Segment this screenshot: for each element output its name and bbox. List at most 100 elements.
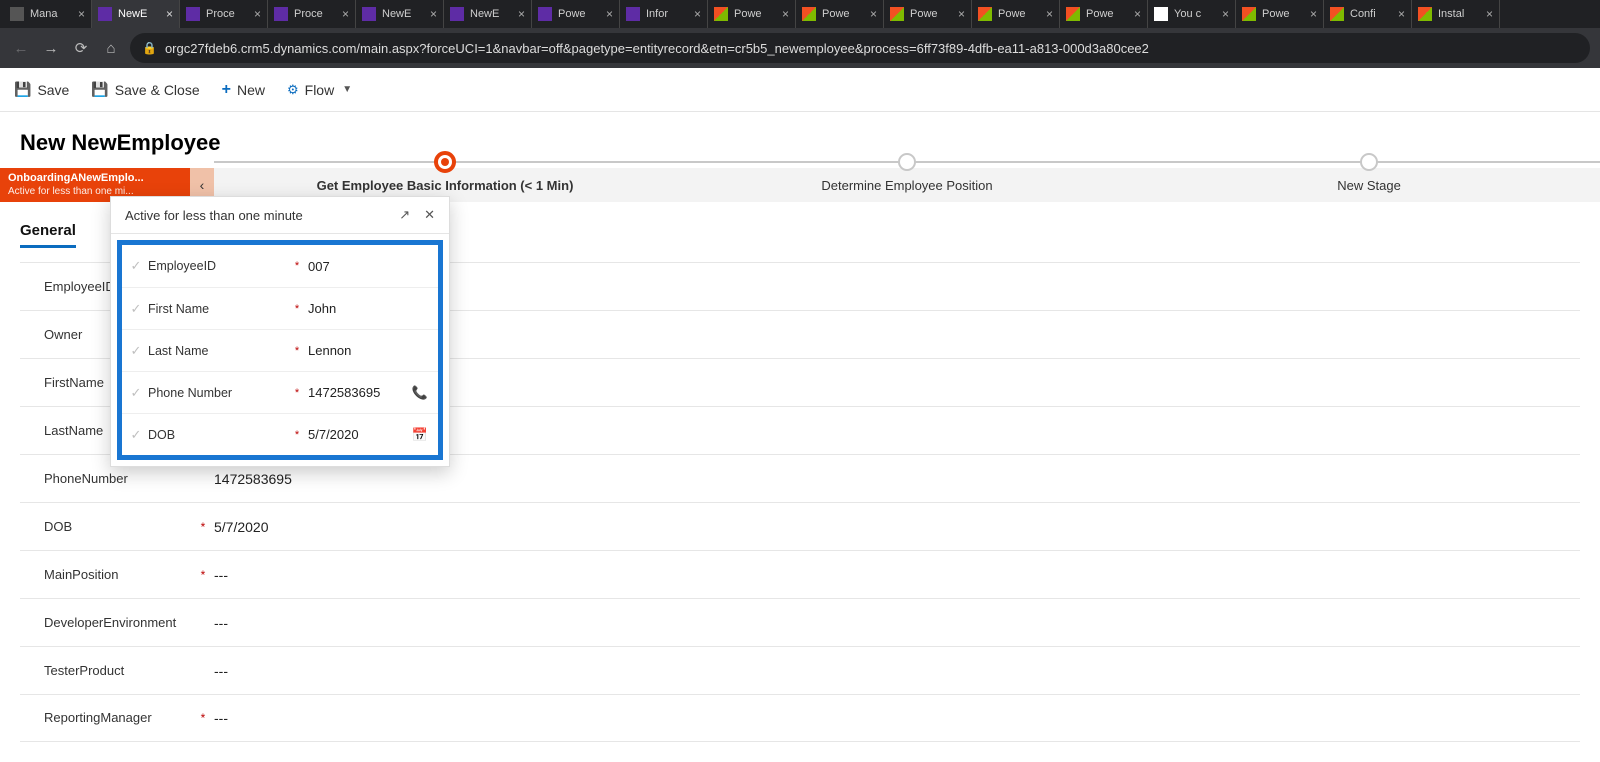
browser-tab[interactable]: Infor× — [620, 0, 708, 28]
close-tab-icon[interactable]: × — [430, 7, 437, 21]
browser-tab[interactable]: Powe× — [1060, 0, 1148, 28]
browser-navbar: ← → ⟳ ⌂ 🔒 orgc27fdeb6.crm5.dynamics.com/… — [0, 28, 1600, 68]
home-icon[interactable]: ⌂ — [100, 40, 122, 57]
check-icon: ✓ — [128, 427, 144, 443]
new-label: New — [237, 82, 265, 98]
close-tab-icon[interactable]: × — [1486, 7, 1493, 21]
close-tab-icon[interactable]: × — [606, 7, 613, 21]
required-icon: * — [192, 568, 214, 582]
flyout-header: Active for less than one minute ↗ ✕ — [111, 197, 449, 234]
field-value[interactable]: 1472583695 — [214, 471, 1580, 487]
forward-icon[interactable]: → — [40, 40, 62, 57]
browser-tab[interactable]: Powe× — [532, 0, 620, 28]
close-tab-icon[interactable]: × — [1222, 7, 1229, 21]
reload-icon[interactable]: ⟳ — [70, 39, 92, 57]
browser-tab[interactable]: Powe × — [708, 0, 796, 28]
flyout-field-value[interactable]: John — [304, 301, 432, 316]
close-icon[interactable]: ✕ — [424, 207, 435, 223]
field-value[interactable]: --- — [214, 710, 1580, 726]
browser-tab[interactable]: NewE× — [92, 0, 180, 28]
favicon — [274, 7, 288, 21]
flyout-field-value[interactable]: Lennon — [304, 343, 432, 358]
field-label: MainPosition — [20, 567, 192, 583]
field-label: DOB — [20, 519, 192, 535]
tab-general[interactable]: General — [20, 222, 76, 248]
browser-tab[interactable]: Powe× — [1236, 0, 1324, 28]
flyout-field-value[interactable]: 1472583695📞 — [304, 385, 432, 401]
close-tab-icon[interactable]: × — [78, 7, 85, 21]
save-button[interactable]: 💾 Save — [14, 81, 69, 98]
close-tab-icon[interactable]: × — [1046, 7, 1053, 21]
favicon: G — [1154, 7, 1168, 21]
field-value[interactable]: --- — [214, 663, 1580, 679]
check-icon: ✓ — [128, 385, 144, 401]
stage-label: Get Employee Basic Information (< 1 Min) — [317, 178, 574, 193]
phone-icon[interactable]: 📞 — [412, 385, 428, 401]
tab-title: Powe — [734, 8, 778, 20]
browser-tab[interactable]: Confi× — [1324, 0, 1412, 28]
close-tab-icon[interactable]: × — [166, 7, 173, 21]
flyout-field-value[interactable]: 5/7/2020📅 — [304, 427, 432, 443]
save-icon: 💾 — [14, 81, 31, 98]
browser-tab[interactable]: GYou c× — [1148, 0, 1236, 28]
browser-tab[interactable]: Instal× — [1412, 0, 1500, 28]
flyout-field-label: EmployeeID — [144, 259, 290, 273]
flyout-field: ✓Last Name*Lennon — [122, 329, 438, 371]
form-field: TesterProduct--- — [20, 646, 1580, 694]
check-icon: ✓ — [128, 343, 144, 359]
tab-title: Powe — [998, 8, 1042, 20]
flyout-field-label: Last Name — [144, 344, 290, 358]
browser-tab[interactable]: Proce× — [268, 0, 356, 28]
close-tab-icon[interactable]: × — [694, 7, 701, 21]
favicon — [1418, 7, 1432, 21]
browser-tab[interactable]: NewE× — [444, 0, 532, 28]
process-stage[interactable]: Determine Employee Position — [676, 168, 1138, 202]
browser-tab[interactable]: Powe× — [884, 0, 972, 28]
close-tab-icon[interactable]: × — [254, 7, 261, 21]
browser-tab[interactable]: Powe × — [972, 0, 1060, 28]
field-value[interactable]: 5/7/2020 — [214, 519, 1580, 535]
close-tab-icon[interactable]: × — [1310, 7, 1317, 21]
flow-label: Flow — [305, 82, 335, 98]
back-icon[interactable]: ← — [10, 40, 32, 57]
favicon — [1242, 7, 1256, 21]
command-bar: 💾 Save 💾 Save & Close + New ⚙ Flow ▼ — [0, 68, 1600, 112]
close-tab-icon[interactable]: × — [1398, 7, 1405, 21]
close-tab-icon[interactable]: × — [518, 7, 525, 21]
tab-title: Proce — [206, 8, 250, 20]
field-value[interactable]: --- — [214, 615, 1580, 631]
close-tab-icon[interactable]: × — [342, 7, 349, 21]
lock-icon: 🔒 — [142, 41, 157, 55]
close-tab-icon[interactable]: × — [782, 7, 789, 21]
save-close-label: Save & Close — [115, 82, 200, 98]
tab-title: Mana — [30, 8, 74, 20]
url-bar[interactable]: 🔒 orgc27fdeb6.crm5.dynamics.com/main.asp… — [130, 33, 1590, 63]
url-text: orgc27fdeb6.crm5.dynamics.com/main.aspx?… — [165, 41, 1149, 56]
flyout-field-value[interactable]: 007 — [304, 259, 432, 274]
favicon — [362, 7, 376, 21]
browser-tab[interactable]: NewE × — [356, 0, 444, 28]
close-tab-icon[interactable]: × — [870, 7, 877, 21]
close-tab-icon[interactable]: × — [1134, 7, 1141, 21]
popout-icon[interactable]: ↗ — [399, 207, 410, 223]
close-tab-icon[interactable]: × — [958, 7, 965, 21]
stage-node-icon — [434, 151, 456, 173]
field-value[interactable]: --- — [214, 567, 1580, 583]
field-label: DeveloperEnvironment — [20, 615, 192, 631]
save-close-button[interactable]: 💾 Save & Close — [91, 81, 199, 98]
favicon — [978, 7, 992, 21]
browser-tab[interactable]: Proce × — [180, 0, 268, 28]
required-icon: * — [192, 711, 214, 725]
browser-tab[interactable]: Mana × — [4, 0, 92, 28]
flow-button[interactable]: ⚙ Flow ▼ — [287, 82, 352, 98]
process-stage[interactable]: New Stage — [1138, 168, 1600, 202]
tab-title: NewE — [382, 8, 426, 20]
new-button[interactable]: + New — [222, 81, 265, 99]
favicon — [450, 7, 464, 21]
form-field: DOB*5/7/2020 — [20, 502, 1580, 550]
calendar-icon[interactable]: 📅 — [412, 427, 428, 443]
browser-tab[interactable]: Powe× — [796, 0, 884, 28]
required-icon: * — [290, 387, 304, 399]
flyout-body: ✓EmployeeID*007✓First Name*John✓Last Nam… — [117, 240, 443, 460]
form-field: MainPosition*--- — [20, 550, 1580, 598]
